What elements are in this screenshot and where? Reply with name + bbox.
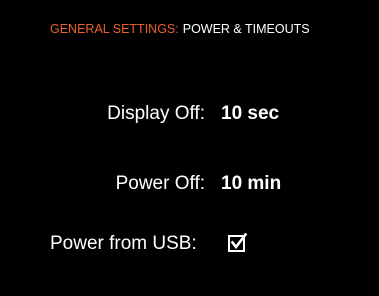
- display-off-value[interactable]: 10 sec: [221, 99, 279, 129]
- power-from-usb-label: Power from USB:: [50, 233, 197, 254]
- checkbox-checked-icon: [228, 233, 248, 252]
- power-off-label: Power Off:: [115, 173, 205, 194]
- section-title: GENERAL SETTINGS:: [50, 22, 179, 36]
- power-from-usb-checkbox[interactable]: [228, 233, 248, 252]
- page-title: POWER & TIMEOUTS: [182, 22, 310, 36]
- header: GENERAL SETTINGS: POWER & TIMEOUTS: [50, 22, 310, 36]
- display-off-row: Display Off: 10 sec: [0, 99, 379, 129]
- power-off-row: Power Off: 10 min: [0, 169, 379, 199]
- settings-screen: GENERAL SETTINGS: POWER & TIMEOUTS Displa…: [0, 0, 379, 296]
- display-off-label: Display Off:: [107, 103, 205, 124]
- power-off-value[interactable]: 10 min: [221, 169, 281, 199]
- power-from-usb-row: Power from USB:: [0, 229, 379, 259]
